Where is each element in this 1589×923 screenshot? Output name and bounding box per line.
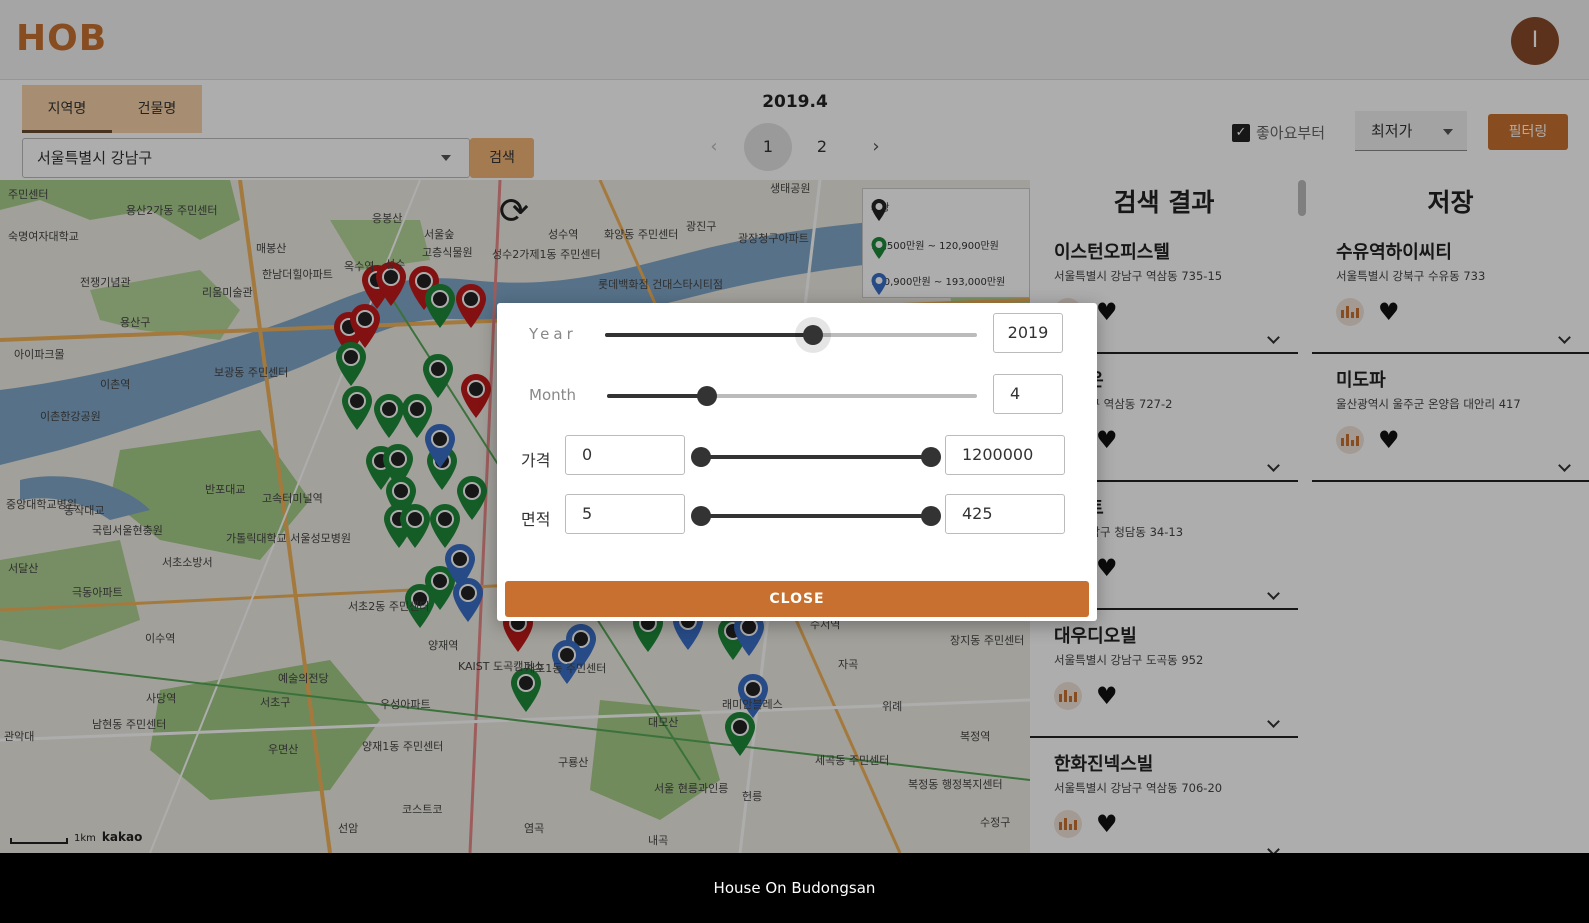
area-max-input[interactable]: 425 [945, 494, 1065, 534]
month-slider-fill [607, 394, 707, 398]
filter-modal: Year 2019 Month 4 가격 0 1200000 면적 5 425 … [497, 303, 1097, 621]
year-slider-thumb[interactable] [803, 325, 824, 345]
month-input[interactable]: 4 [993, 374, 1063, 414]
year-slider-fill [605, 333, 814, 337]
month-slider[interactable] [607, 386, 977, 406]
close-button[interactable]: CLOSE [505, 581, 1089, 617]
price-max-thumb[interactable] [921, 447, 941, 467]
month-slider-thumb[interactable] [696, 386, 717, 406]
month-label: Month [529, 386, 577, 404]
price-range-slider[interactable] [691, 447, 941, 467]
price-min-thumb[interactable] [691, 447, 711, 467]
year-slider-row: Year 2019 [497, 313, 1097, 355]
area-label: 면적 [521, 510, 551, 529]
month-slider-row: Month 4 [497, 374, 1097, 416]
area-range-slider[interactable] [691, 506, 941, 526]
price-range-row: 가격 0 1200000 [497, 435, 1097, 477]
price-label: 가격 [521, 451, 551, 470]
area-min-thumb[interactable] [691, 506, 711, 526]
price-min-input[interactable]: 0 [565, 435, 685, 475]
area-range-row: 면적 5 425 [497, 494, 1097, 536]
year-input[interactable]: 2019 [993, 313, 1063, 353]
area-min-input[interactable]: 5 [565, 494, 685, 534]
year-slider[interactable] [605, 325, 977, 345]
footer: House On Budongsan [0, 853, 1589, 923]
area-max-thumb[interactable] [921, 506, 941, 526]
year-label: Year [529, 325, 577, 343]
price-max-input[interactable]: 1200000 [945, 435, 1065, 475]
